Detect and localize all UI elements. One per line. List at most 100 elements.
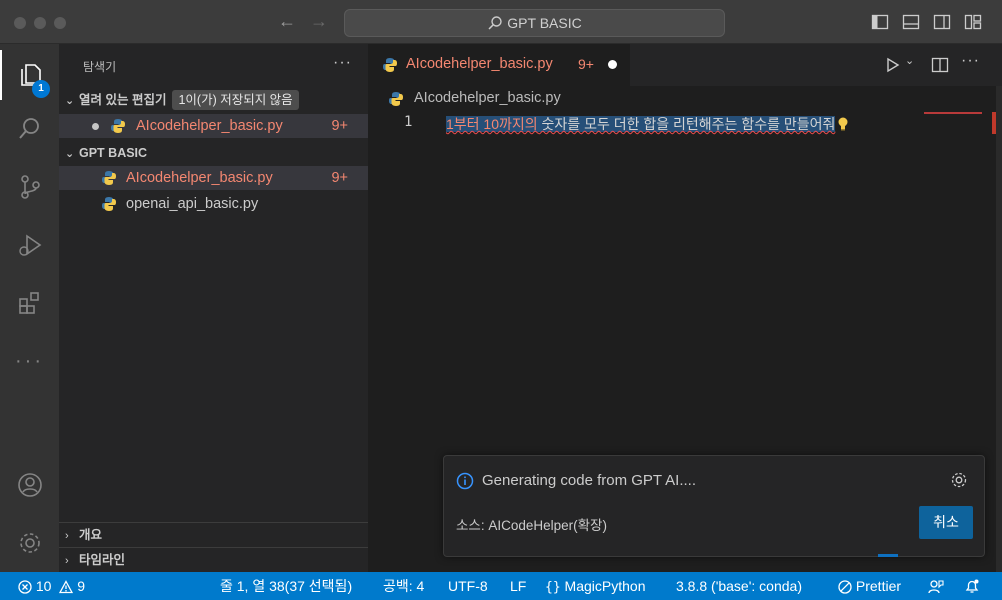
error-icon — [18, 580, 32, 594]
outline-section-header[interactable]: › 개요 — [59, 522, 368, 546]
warning-count: 9 — [77, 578, 86, 594]
unsaved-dot-icon — [92, 123, 99, 130]
error-count: 10 — [35, 578, 52, 594]
encoding-status[interactable]: UTF-8 — [448, 572, 488, 600]
progress-notification: Generating code from GPT AI.... 소스: AICo… — [443, 455, 985, 557]
cursor-position[interactable]: 줄 1, 열 38(37 선택됨) — [220, 572, 352, 600]
search-icon — [18, 118, 39, 139]
customize-layout-icon[interactable] — [964, 13, 982, 31]
notification-message: Generating code from GPT AI.... — [482, 472, 696, 489]
source-control-icon — [20, 175, 40, 199]
python-file-icon — [383, 58, 397, 72]
open-editor-filename: AIcodehelper_basic.py — [136, 118, 283, 134]
prettier-icon — [838, 580, 852, 594]
open-editors-header[interactable]: ⌄ 열려 있는 편집기 1이(가) 저장되지 않음 — [59, 89, 368, 111]
chevron-right-icon: › — [65, 555, 69, 567]
timeline-label: 타임라인 — [79, 553, 126, 567]
explorer-title: 탐색기 — [83, 60, 117, 74]
activity-bar: 1 ··· — [0, 44, 59, 572]
explorer-more-button[interactable]: ··· — [333, 54, 352, 72]
python-file-icon — [102, 171, 116, 185]
code-selection-part2: 숫자를 모두 더한 합을 리턴해주는 함수를 만들어줘 — [537, 116, 836, 132]
run-dropdown-chevron-icon[interactable]: ⌄ — [905, 54, 914, 67]
braces-icon: {} — [545, 580, 561, 595]
window-close-button[interactable] — [14, 17, 26, 29]
more-icon[interactable]: ··· — [0, 336, 59, 386]
toggle-sidebar-icon[interactable] — [871, 13, 889, 31]
extensions-activity[interactable] — [0, 278, 59, 328]
folder-header[interactable]: ⌄ GPT BASIC — [59, 142, 368, 164]
problem-count: 9+ — [331, 170, 348, 186]
run-debug-icon — [18, 234, 41, 256]
code-selection-part1: 1부터 10까지의 — [446, 116, 538, 132]
open-editors-label: 열려 있는 편집기 — [79, 93, 167, 107]
title-bar: ← → GPT BASIC — [0, 0, 1002, 44]
timeline-section-header[interactable]: › 타임라인 — [59, 547, 368, 571]
command-center-search[interactable]: GPT BASIC — [344, 9, 725, 37]
progress-indicator — [878, 554, 898, 557]
editor-more-icon[interactable]: ··· — [961, 52, 980, 70]
feedback-icon[interactable] — [928, 579, 944, 594]
code-line[interactable]: 1부터 10까지의 숫자를 모두 더한 합을 리턴해주는 함수를 만들어줘 — [446, 114, 849, 134]
tab-problem-count: 9+ — [578, 56, 594, 72]
warning-icon — [59, 580, 74, 594]
source-control-activity[interactable] — [0, 162, 59, 212]
chevron-down-icon: ⌄ — [65, 95, 75, 107]
outline-label: 개요 — [79, 528, 103, 542]
explorer-activity[interactable]: 1 — [0, 50, 59, 100]
open-editor-item[interactable]: AIcodehelper_basic.py 9+ — [59, 114, 368, 138]
file-item-openai[interactable]: openai_api_basic.py — [59, 192, 368, 216]
python-file-icon — [111, 119, 125, 133]
accounts-activity[interactable] — [0, 460, 59, 510]
python-file-icon — [102, 197, 116, 211]
back-arrow-icon[interactable]: ← — [278, 11, 296, 32]
split-editor-icon[interactable] — [931, 56, 949, 74]
window-zoom-button[interactable] — [54, 17, 66, 29]
editor-tab-bar: AIcodehelper_basic.py 9+ ⌄ ··· — [368, 44, 1002, 86]
file-name: AIcodehelper_basic.py — [126, 170, 273, 186]
lightbulb-icon[interactable] — [837, 117, 849, 131]
run-file-icon[interactable] — [884, 57, 900, 73]
prettier-status[interactable]: Prettier — [838, 572, 901, 600]
tab-filename: AIcodehelper_basic.py — [406, 56, 553, 72]
gear-icon[interactable] — [950, 471, 968, 489]
folder-label: GPT BASIC — [79, 146, 148, 160]
window-minimize-button[interactable] — [34, 17, 46, 29]
language-status[interactable]: {} MagicPython — [545, 572, 645, 600]
chevron-right-icon: › — [65, 530, 69, 542]
toggle-secondary-sidebar-icon[interactable] — [933, 13, 951, 31]
toggle-panel-icon[interactable] — [902, 13, 920, 31]
search-icon — [488, 16, 502, 30]
line-number: 1 — [404, 114, 413, 130]
cancel-button[interactable]: 취소 — [919, 506, 973, 539]
unsaved-dot-icon[interactable] — [608, 60, 617, 69]
scrollbar-track[interactable] — [996, 86, 1002, 572]
editor-tab[interactable]: AIcodehelper_basic.py 9+ — [368, 44, 630, 86]
problems-status[interactable]: 10 9 — [18, 572, 85, 600]
file-item-aicodehelper[interactable]: AIcodehelper_basic.py 9+ — [59, 166, 368, 190]
notification-source: 소스: AICodeHelper(확장) — [456, 518, 607, 533]
info-icon — [456, 472, 474, 490]
search-activity[interactable] — [0, 104, 59, 154]
manage-activity[interactable] — [0, 518, 59, 568]
explorer-sidebar: 탐색기 ··· ⌄ 열려 있는 편집기 1이(가) 저장되지 않음 AIcodehe… — [59, 44, 368, 572]
python-file-icon — [389, 92, 403, 106]
eol-status[interactable]: LF — [510, 572, 526, 600]
chevron-down-icon: ⌄ — [65, 148, 75, 160]
file-name: openai_api_basic.py — [126, 196, 259, 212]
bell-icon[interactable] — [964, 578, 980, 594]
interpreter-status[interactable]: 3.8.8 ('base': conda) — [676, 572, 802, 600]
forward-arrow-icon[interactable]: → — [310, 11, 328, 32]
minimap-error-mark — [924, 112, 982, 114]
status-bar: 10 9 줄 1, 열 38(37 선택됨) 공백: 4 UTF-8 LF {}… — [0, 572, 1002, 600]
extensions-icon — [18, 292, 39, 314]
breadcrumb: AIcodehelper_basic.py — [368, 86, 1002, 112]
explorer-badge: 1 — [32, 80, 50, 98]
gear-icon — [19, 533, 40, 553]
indentation-status[interactable]: 공백: 4 — [383, 572, 424, 600]
search-text: GPT BASIC — [507, 15, 582, 31]
language-mode: MagicPython — [564, 578, 646, 594]
run-debug-activity[interactable] — [0, 220, 59, 270]
unsaved-badge: 1이(가) 저장되지 않음 — [172, 90, 299, 110]
breadcrumb-filename[interactable]: AIcodehelper_basic.py — [414, 90, 561, 106]
